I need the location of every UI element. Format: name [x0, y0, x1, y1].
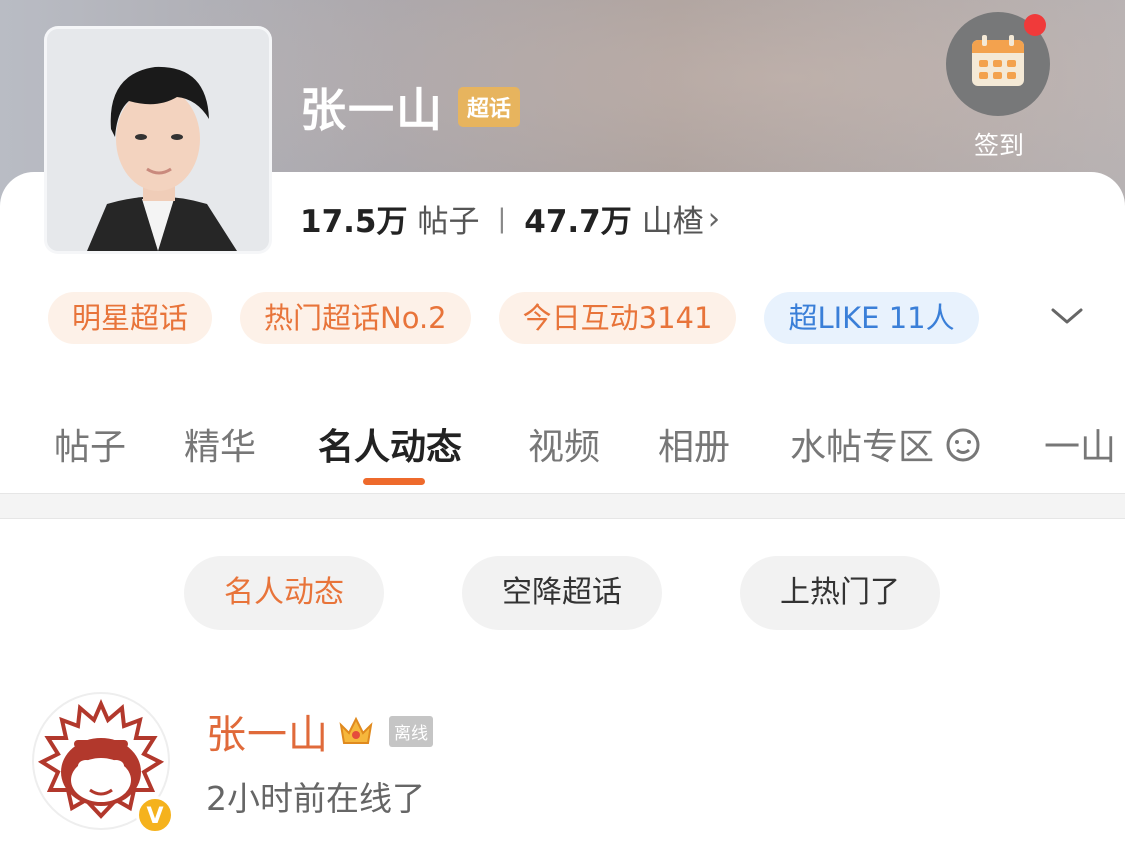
checkin-button[interactable]: 签到	[946, 12, 1052, 162]
active-tab-indicator	[363, 478, 425, 485]
tab-chat-zone[interactable]: 水帖专区	[790, 418, 981, 470]
filter-row: 名人动态 空降超话 上热门了	[184, 556, 940, 630]
filter-trending[interactable]: 上热门了	[740, 556, 940, 630]
stats-separator: |	[497, 203, 507, 234]
checkin-label: 签到	[973, 131, 1024, 160]
super-topic-badge: 超话	[458, 87, 521, 127]
portrait-image	[47, 29, 269, 251]
cover-avatar[interactable]	[44, 26, 272, 254]
tag-row: 明星超话 热门超话No.2 今日互动3141 超LIKE 11人	[48, 292, 979, 344]
fans-count: 47.7万	[524, 204, 632, 240]
online-status: 2小时前在线了	[206, 779, 425, 818]
offline-badge: 离线	[389, 715, 433, 747]
crown-icon	[339, 716, 373, 744]
chevron-down-icon[interactable]	[1050, 306, 1084, 326]
notification-dot	[1024, 14, 1046, 36]
tab-yishan[interactable]: 一山	[1044, 418, 1116, 470]
tab-videos[interactable]: 视频	[528, 418, 600, 470]
tab-chat-zone-label: 水帖专区	[790, 427, 935, 468]
tag-super-like[interactable]: 超LIKE 11人	[764, 292, 979, 344]
author-row: 张一山 离线	[206, 702, 433, 760]
verified-badge: V	[136, 796, 174, 834]
smiley-icon	[946, 428, 980, 462]
tab-posts[interactable]: 帖子	[54, 418, 126, 470]
filter-celebrity-updates[interactable]: 名人动态	[184, 556, 384, 630]
title-row: 张一山 超话	[300, 74, 521, 140]
tab-bar: 帖子 精华 名人动态 视频 相册 水帖专区 一山	[0, 410, 1125, 494]
page-title: 张一山	[300, 83, 444, 137]
filter-airdrop[interactable]: 空降超话	[462, 556, 662, 630]
tag-today-interaction[interactable]: 今日互动3141	[498, 292, 737, 344]
section-divider	[0, 493, 1125, 519]
fans-unit: 山楂	[641, 204, 704, 240]
author-name[interactable]: 张一山	[206, 702, 329, 760]
checkin-circle[interactable]	[946, 12, 1050, 116]
chevron-right-icon: ›	[707, 200, 721, 237]
tag-hot-rank[interactable]: 热门超话No.2	[240, 292, 471, 344]
posts-unit: 帖子	[417, 204, 480, 240]
post-item[interactable]: V 张一山 离线 2小时前在线了	[32, 692, 1125, 854]
tab-albums[interactable]: 相册	[658, 418, 730, 470]
tab-celebrity-updates[interactable]: 名人动态	[318, 418, 462, 470]
posts-count: 17.5万	[300, 204, 408, 240]
stats-row[interactable]: 17.5万 帖子 | 47.7万 山楂 ›	[300, 196, 720, 241]
tab-featured[interactable]: 精华	[184, 418, 256, 470]
tag-star-topic[interactable]: 明星超话	[48, 292, 213, 344]
